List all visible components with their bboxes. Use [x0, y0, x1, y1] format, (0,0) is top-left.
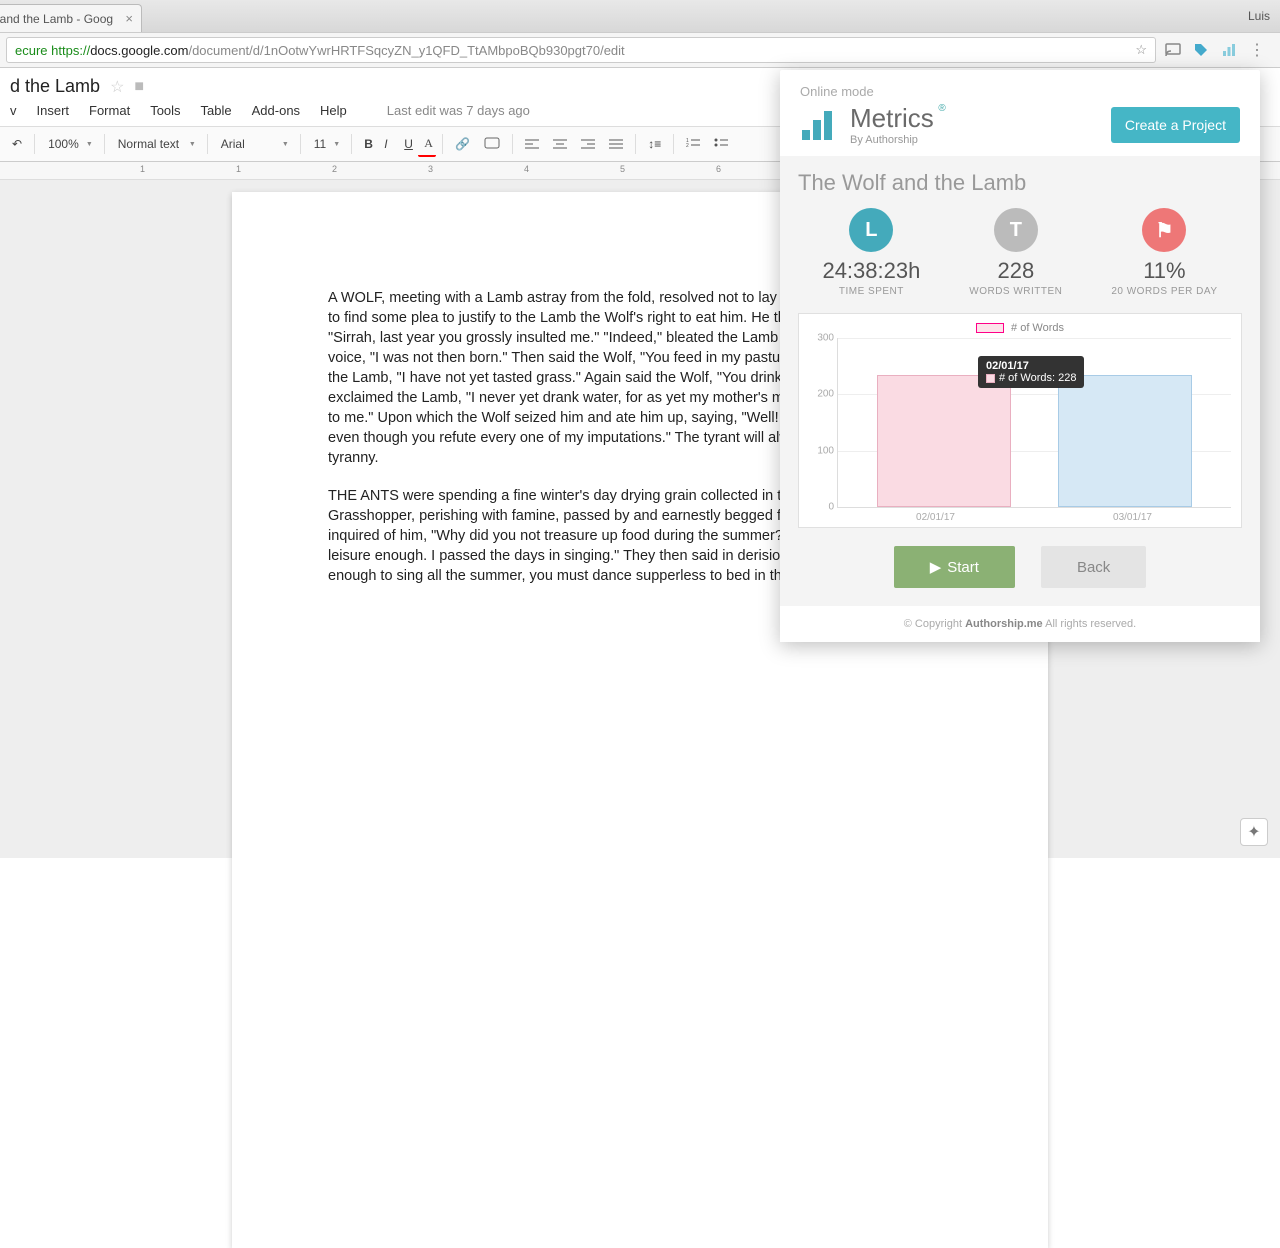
goal-pct-label: 20 WORDS PER DAY — [1111, 286, 1217, 297]
chart-legend: # of Words — [809, 322, 1231, 334]
goal-pct-value: 11% — [1111, 258, 1217, 284]
tooltip-date: 02/01/17 — [986, 360, 1076, 372]
words-written-label: WORDS WRITTEN — [969, 286, 1062, 297]
brand-name: Metrics® — [850, 103, 934, 134]
x-label-1: 03/01/17 — [1113, 512, 1152, 523]
comment-button[interactable] — [478, 133, 506, 155]
menu-insert[interactable]: Insert — [37, 103, 70, 118]
fontsize-select[interactable]: 11 — [307, 133, 345, 155]
clock-icon: L — [849, 208, 893, 252]
align-center-button[interactable] — [547, 134, 573, 154]
create-project-button[interactable]: Create a Project — [1111, 107, 1240, 143]
tooltip-swatch — [986, 374, 995, 383]
menu-addons[interactable]: Add-ons — [252, 103, 300, 118]
back-button[interactable]: Back — [1041, 546, 1146, 588]
url-scheme: https:// — [51, 43, 90, 58]
y-tick-300: 300 — [810, 333, 834, 344]
tracked-doc-title: The Wolf and the Lamb — [798, 170, 1242, 196]
align-justify-button[interactable] — [603, 134, 629, 154]
y-tick-100: 100 — [810, 445, 834, 456]
stat-words: T 228 WORDS WRITTEN — [969, 208, 1062, 297]
link-button[interactable]: 🔗 — [449, 133, 476, 155]
tooltip-value: # of Words: 228 — [999, 372, 1076, 384]
url-secure-label: ecure — [15, 43, 48, 58]
y-tick-0: 0 — [810, 502, 834, 513]
tag-icon[interactable] — [1192, 41, 1210, 59]
align-left-button[interactable] — [519, 134, 545, 154]
y-tick-200: 200 — [810, 389, 834, 400]
underline-button[interactable]: U — [398, 133, 416, 155]
time-spent-value: 24:38:23h — [822, 258, 920, 284]
x-label-0: 02/01/17 — [916, 512, 955, 523]
menu-format[interactable]: Format — [89, 103, 130, 118]
zoom-select[interactable]: 100% — [41, 133, 98, 155]
browser-tab-strip: f and the Lamb - Goog × Luis — [0, 0, 1280, 32]
brand-byline: By Authorship — [850, 134, 934, 146]
browser-menu-icon[interactable]: ⋮ — [1248, 41, 1266, 59]
menu-view[interactable]: v — [10, 103, 17, 118]
tab-title: f and the Lamb - Goog — [0, 12, 113, 26]
align-right-button[interactable] — [575, 134, 601, 154]
menu-table[interactable]: Table — [201, 103, 232, 118]
chart-tooltip: 02/01/17 # of Words: 228 — [978, 356, 1084, 388]
line-spacing-button[interactable]: ↕≡ — [642, 133, 667, 155]
words-written-value: 228 — [969, 258, 1062, 284]
numbered-list-button[interactable]: 12 — [680, 134, 706, 154]
stat-goal: ⚑ 11% 20 WORDS PER DAY — [1111, 208, 1217, 297]
flag-icon: ⚑ — [1142, 208, 1186, 252]
bookmark-star-icon[interactable]: ☆ — [1135, 42, 1147, 58]
svg-text:2: 2 — [686, 143, 689, 149]
chart-plot-area: 300 200 100 0 02/01/17 # of Words: 228 — [837, 338, 1231, 508]
cast-icon[interactable] — [1164, 41, 1182, 59]
star-icon[interactable]: ☆ — [110, 77, 124, 97]
undo-button[interactable]: ↶ — [6, 133, 28, 155]
connection-mode: Online mode — [800, 84, 1240, 99]
bold-button[interactable]: B — [358, 133, 376, 155]
italic-button[interactable]: I — [378, 133, 396, 155]
bar-1[interactable] — [1058, 375, 1192, 507]
text-icon: T — [994, 208, 1038, 252]
legend-swatch — [976, 323, 1004, 333]
browser-tab[interactable]: f and the Lamb - Goog × — [0, 4, 142, 32]
font-select[interactable]: Arial — [214, 133, 294, 155]
start-button[interactable]: ▶ Start — [894, 546, 1015, 588]
tab-close-icon[interactable]: × — [125, 11, 133, 26]
address-bar: ecure https://docs.google.com/document/d… — [0, 32, 1280, 68]
metrics-logo-icon — [800, 108, 840, 142]
document-title[interactable]: d the Lamb — [10, 76, 100, 97]
text-color-button[interactable]: A — [418, 132, 436, 157]
extension-icons: ⋮ — [1156, 41, 1274, 59]
words-chart: # of Words 300 200 100 0 02/01/17 # of W… — [798, 313, 1242, 528]
metrics-extension-panel: Online mode Metrics® By Authorship Creat… — [780, 70, 1260, 642]
explore-fab-icon[interactable]: ✦ — [1240, 818, 1268, 846]
bullet-list-button[interactable] — [708, 134, 734, 154]
stat-time: L 24:38:23h TIME SPENT — [822, 208, 920, 297]
legend-label: # of Words — [1011, 322, 1064, 334]
menu-help[interactable]: Help — [320, 103, 347, 118]
url-path: /document/d/1nOotwYwrHRTFSqcyZN_y1QFD_Tt… — [188, 43, 624, 58]
browser-user: Luis — [1248, 9, 1280, 23]
url-host: docs.google.com — [90, 43, 188, 58]
extension-footer: © Copyright Authorship.me All rights res… — [780, 606, 1260, 642]
folder-icon[interactable]: ■ — [134, 78, 144, 96]
time-spent-label: TIME SPENT — [822, 286, 920, 297]
bar-0[interactable] — [877, 375, 1011, 507]
menu-tools[interactable]: Tools — [150, 103, 180, 118]
style-select[interactable]: Normal text — [111, 133, 201, 155]
metrics-extension-icon[interactable] — [1220, 41, 1238, 59]
url-input[interactable]: ecure https://docs.google.com/document/d… — [6, 37, 1156, 63]
last-edit-label[interactable]: Last edit was 7 days ago — [387, 103, 530, 118]
